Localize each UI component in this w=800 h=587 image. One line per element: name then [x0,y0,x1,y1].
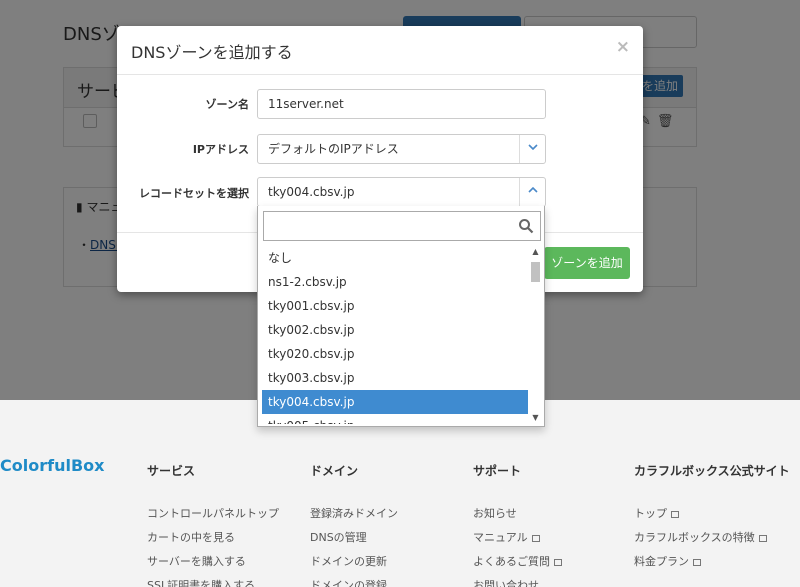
zone-name-input[interactable]: 11server.net [257,89,546,119]
footer-column-official-site: カラフルボックス公式サイト トップ カラフルボックスの特徴 料金プラン [634,460,794,574]
dropdown-option[interactable]: tky001.cbsv.jp [262,294,528,318]
record-set-dropdown: なし ns1-2.cbsv.jp tky001.cbsv.jp tky002.c… [257,206,545,427]
dropdown-option[interactable]: tky020.cbsv.jp [262,342,528,366]
dropdown-options-list: なし ns1-2.cbsv.jp tky001.cbsv.jp tky002.c… [262,246,528,424]
footer-link[interactable]: コントロールパネルトップ [147,502,279,526]
ip-address-label: IPアドレス [192,143,249,156]
search-icon [519,219,534,234]
record-set-value: tky004.cbsv.jp [268,185,355,199]
footer-column-title: ドメイン [310,464,359,478]
footer-link[interactable]: よくあるご質問 [473,550,562,574]
external-link-icon [671,510,679,518]
footer-link[interactable]: カラフルボックスの特徴 [634,526,794,550]
scrollbar-thumb[interactable] [531,262,540,282]
footer-link[interactable]: トップ [634,502,794,526]
footer-link-text: よくあるご質問 [473,555,550,568]
modal-header: DNSゾーンを追加する × [117,26,643,75]
footer-link-text: お知らせ [473,507,517,520]
dropdown-option[interactable]: ns1-2.cbsv.jp [262,270,528,294]
footer-link[interactable]: DNSの管理 [310,526,398,550]
scroll-down-icon[interactable]: ▼ [529,412,542,424]
footer-link[interactable]: 登録済みドメイン [310,502,398,526]
add-zone-submit-button[interactable]: ゾーンを追加 [544,247,630,279]
dropdown-option[interactable]: tky003.cbsv.jp [262,366,528,390]
external-link-icon [554,558,562,566]
dropdown-option[interactable]: なし [262,246,528,270]
footer-link-text: カラフルボックスの特徴 [634,531,755,544]
footer-link[interactable]: カートの中を見る [147,526,279,550]
footer-link[interactable]: SSL証明書を購入する [147,574,279,587]
footer-column-services: サービス コントロールパネルトップ カートの中を見る サーバーを購入する SSL… [147,460,279,587]
footer-column-support: サポート お知らせ マニュアル よくあるご質問 お問い合わせ [473,460,562,587]
external-link-icon [758,534,767,542]
scroll-up-icon[interactable]: ▲ [529,246,542,258]
chevron-down-icon [519,135,545,163]
dropdown-search-input[interactable] [263,211,541,241]
dropdown-option[interactable]: tky002.cbsv.jp [262,318,528,342]
footer-column-title: カラフルボックス公式サイト [634,464,790,478]
footer-link[interactable]: サーバーを購入する [147,550,279,574]
dropdown-option[interactable]: tky005.cbsv.jp [262,414,528,424]
footer-link[interactable]: お知らせ [473,502,562,526]
footer-link[interactable]: ドメインの登録 [310,574,398,587]
footer-column-title: サポート [473,464,522,478]
modal-title: DNSゾーンを追加する [131,43,293,62]
footer-column-title: サービス [147,464,196,478]
dropdown-scrollbar[interactable]: ▲ ▼ [529,246,542,424]
dropdown-option-selected[interactable]: tky004.cbsv.jp [262,390,528,414]
footer-link[interactable]: 料金プラン [634,550,794,574]
chevron-up-icon [519,178,545,206]
close-icon[interactable]: × [616,37,630,57]
ip-address-select[interactable]: デフォルトのIPアドレス [257,134,546,164]
footer-link[interactable]: お問い合わせ [473,574,562,587]
footer-link-text: お問い合わせ [473,579,539,587]
footer-link-text: トップ [634,507,667,520]
external-link-icon [693,558,701,566]
record-set-label: レコードセットを選択 [139,187,249,200]
site-footer: ColorfulBox サービス コントロールパネルトップ カートの中を見る サ… [0,400,800,587]
footer-link[interactable]: マニュアル [473,526,562,550]
footer-link-text: マニュアル [473,531,528,544]
zone-name-label: ゾーン名 [205,98,249,111]
record-set-select[interactable]: tky004.cbsv.jp [257,177,546,207]
colorfulbox-logo[interactable]: ColorfulBox [0,456,104,475]
external-link-icon [531,534,540,542]
footer-link-text: 料金プラン [634,555,689,568]
footer-column-domain: ドメイン 登録済みドメイン DNSの管理 ドメインの更新 ドメインの登録 [310,460,398,587]
ip-address-value: デフォルトのIPアドレス [268,142,399,156]
footer-link[interactable]: ドメインの更新 [310,550,398,574]
